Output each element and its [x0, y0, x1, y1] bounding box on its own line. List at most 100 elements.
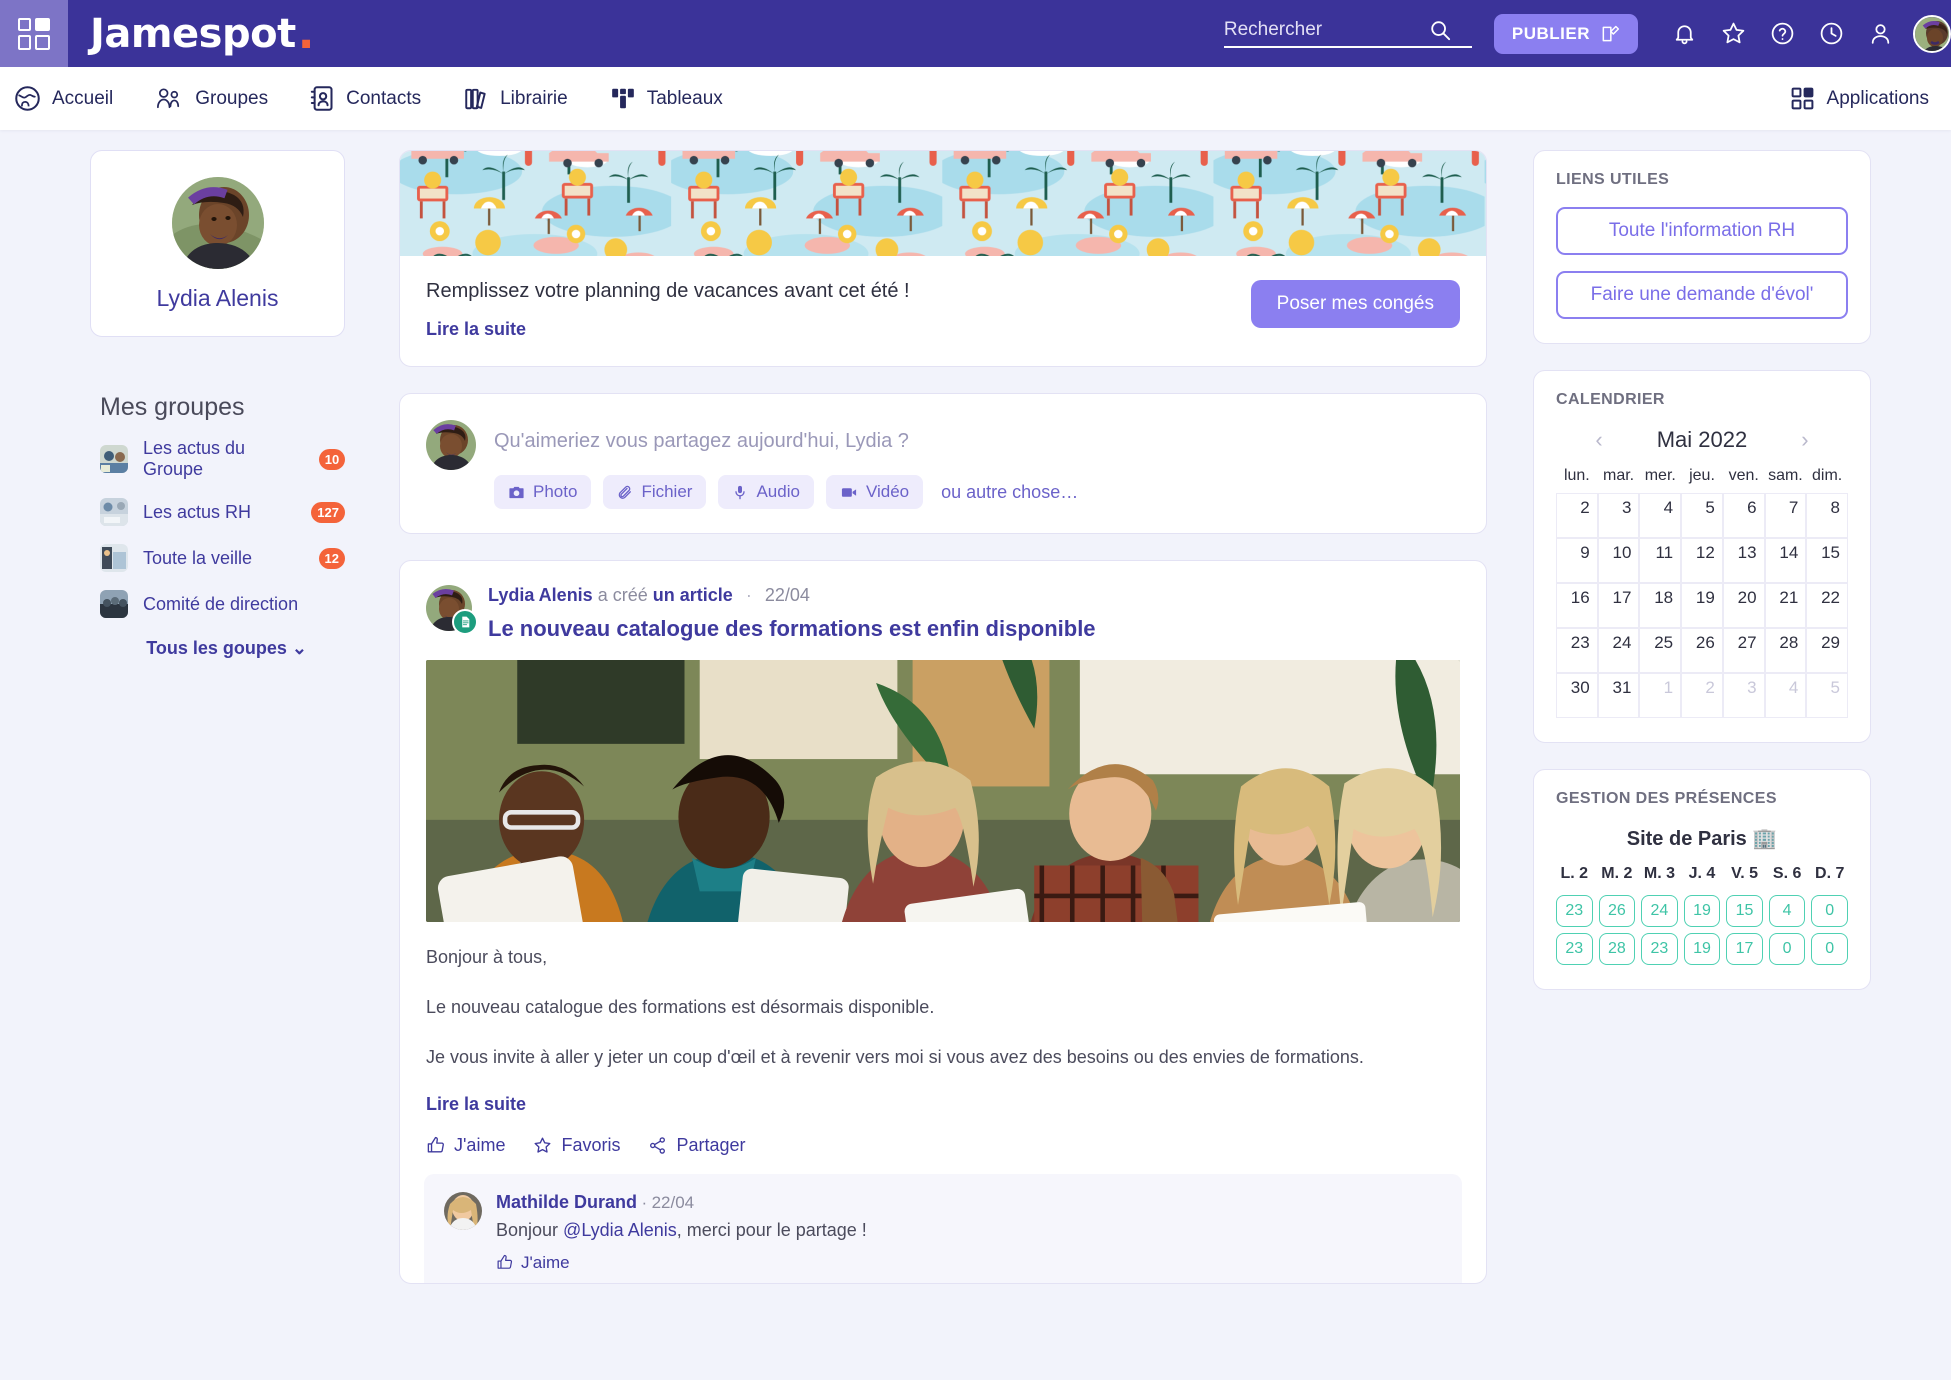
post-author-avatar-wrap[interactable] [426, 585, 478, 635]
publish-button[interactable]: PUBLIER [1493, 13, 1638, 54]
evolution-request-button[interactable]: Faire une demande d'évol' [1556, 271, 1848, 319]
calendar-day[interactable]: 4 [1639, 493, 1682, 538]
search-icon[interactable] [1429, 19, 1451, 41]
presence-count[interactable]: 19 [1683, 933, 1721, 965]
calendar-day[interactable]: 25 [1639, 628, 1682, 673]
calendar-day[interactable]: 31 [1597, 673, 1640, 718]
attach-audio-button[interactable]: Audio [718, 475, 814, 509]
group-item-2[interactable]: Toute la veille 12 [90, 544, 345, 572]
calendar-day-outside[interactable]: 1 [1639, 673, 1682, 718]
comment-mention[interactable]: @Lydia Alenis [563, 1220, 677, 1240]
calendar-day[interactable]: 21 [1764, 583, 1807, 628]
calendar-day-outside[interactable]: 2 [1681, 673, 1723, 718]
presence-count[interactable]: 4 [1768, 895, 1806, 927]
composer-placeholder[interactable]: Qu'aimeriez vous partagez aujourd'hui, L… [494, 420, 1460, 475]
calendar-day[interactable]: 14 [1764, 538, 1807, 583]
presence-count[interactable]: 19 [1683, 895, 1721, 927]
calendar-day[interactable]: 17 [1597, 583, 1640, 628]
help-icon[interactable] [1770, 21, 1795, 46]
calendar-day[interactable]: 10 [1597, 538, 1640, 583]
nav-item-accueil[interactable]: Accueil [14, 85, 113, 112]
group-thumbnail [100, 544, 128, 572]
presence-count[interactable]: 23 [1641, 933, 1678, 965]
calendar-day[interactable]: 24 [1597, 628, 1640, 673]
brand-logo[interactable]: Jamespot. [90, 11, 314, 57]
comment-like-button[interactable]: J'aime [496, 1253, 867, 1273]
calendar-day[interactable]: 15 [1806, 538, 1848, 583]
presence-count[interactable]: 0 [1811, 895, 1848, 927]
attach-video-button[interactable]: Vidéo [825, 475, 924, 509]
calendar-day[interactable]: 13 [1722, 538, 1765, 583]
calendar-day[interactable]: 19 [1681, 583, 1723, 628]
calendar-day[interactable]: 27 [1722, 628, 1765, 673]
comment-author-name[interactable]: Mathilde Durand [496, 1192, 637, 1212]
banner-read-more-link[interactable]: Lire la suite [426, 319, 1251, 340]
composer-more-text[interactable]: ou autre chose… [941, 482, 1078, 503]
clock-icon[interactable] [1819, 21, 1844, 46]
calendar-day[interactable]: 5 [1681, 493, 1723, 538]
nav-item-groupes[interactable]: Groupes [155, 85, 268, 112]
request-leave-button[interactable]: Poser mes congés [1250, 280, 1460, 328]
calendar-day-outside[interactable]: 4 [1764, 673, 1807, 718]
presence-count[interactable]: 0 [1768, 933, 1806, 965]
comment-author-avatar[interactable] [444, 1191, 482, 1230]
presence-count[interactable]: 17 [1726, 933, 1763, 965]
calendar-day[interactable]: 16 [1556, 583, 1598, 628]
share-button[interactable]: Partager [648, 1135, 746, 1156]
calendar-day[interactable]: 2 [1556, 493, 1598, 538]
post-author-name[interactable]: Lydia Alenis [488, 585, 593, 605]
nav-item-tableaux[interactable]: Tableaux [610, 85, 723, 112]
calendar-day[interactable]: 26 [1681, 628, 1723, 673]
hr-info-button[interactable]: Toute l'information RH [1556, 207, 1848, 255]
calendar-day[interactable]: 9 [1556, 538, 1598, 583]
comment-meta: Mathilde Durand · 22/04 [496, 1192, 867, 1213]
presence-count[interactable]: 23 [1556, 895, 1593, 927]
all-groups-toggle[interactable]: Tous les goupes ⌄ [90, 638, 345, 659]
calendar-day[interactable]: 12 [1681, 538, 1723, 583]
profile-card[interactable]: Lydia Alenis [90, 150, 345, 337]
person-icon[interactable] [1868, 21, 1893, 46]
calendar-day[interactable]: 29 [1806, 628, 1848, 673]
group-item-0[interactable]: Les actus du Groupe 10 [90, 438, 345, 480]
bell-icon[interactable] [1672, 21, 1697, 46]
applications-button[interactable]: Applications [1790, 86, 1929, 111]
nav-item-librairie[interactable]: Librairie [463, 85, 568, 112]
presence-count[interactable]: 23 [1556, 933, 1593, 965]
nav-item-contacts[interactable]: Contacts [310, 85, 421, 112]
post-title[interactable]: Le nouveau catalogue des formations est … [488, 616, 1096, 642]
calendar-day[interactable]: 8 [1806, 493, 1848, 538]
post-header: Lydia Alenis a créé un article · 22/04 L… [426, 585, 1460, 642]
calendar-day[interactable]: 20 [1722, 583, 1765, 628]
calendar-prev-button[interactable]: ‹ [1595, 427, 1602, 453]
post-read-more-link[interactable]: Lire la suite [426, 1094, 1460, 1115]
presence-count[interactable]: 28 [1598, 933, 1636, 965]
calendar-day[interactable]: 18 [1639, 583, 1682, 628]
calendar-day[interactable]: 6 [1722, 493, 1765, 538]
group-item-1[interactable]: Les actus RH 127 [90, 498, 345, 526]
attach-file-button[interactable]: Fichier [603, 475, 707, 509]
search-input[interactable] [1223, 19, 1429, 41]
calendar-day[interactable]: 3 [1597, 493, 1640, 538]
favorite-button[interactable]: Favoris [533, 1135, 620, 1156]
calendar-day[interactable]: 7 [1764, 493, 1807, 538]
presence-count[interactable]: 0 [1811, 933, 1848, 965]
star-icon[interactable] [1721, 21, 1746, 46]
presence-count[interactable]: 26 [1598, 895, 1636, 927]
calendar-day[interactable]: 11 [1639, 538, 1682, 583]
app-grid-logo-button[interactable] [0, 0, 68, 67]
calendar-day[interactable]: 22 [1806, 583, 1848, 628]
like-button[interactable]: J'aime [426, 1135, 505, 1156]
presence-count[interactable]: 24 [1641, 895, 1678, 927]
calendar-day[interactable]: 23 [1556, 628, 1598, 673]
search-box[interactable] [1223, 19, 1472, 48]
post-object-link[interactable]: un article [653, 585, 733, 605]
calendar-day[interactable]: 30 [1556, 673, 1598, 718]
user-avatar[interactable] [1913, 14, 1951, 53]
calendar-next-button[interactable]: › [1801, 427, 1808, 453]
calendar-day-outside[interactable]: 3 [1722, 673, 1765, 718]
group-item-3[interactable]: Comité de direction [90, 590, 345, 618]
attach-photo-button[interactable]: Photo [494, 475, 592, 509]
presence-count[interactable]: 15 [1726, 895, 1763, 927]
calendar-day[interactable]: 28 [1764, 628, 1807, 673]
calendar-day-outside[interactable]: 5 [1806, 673, 1848, 718]
